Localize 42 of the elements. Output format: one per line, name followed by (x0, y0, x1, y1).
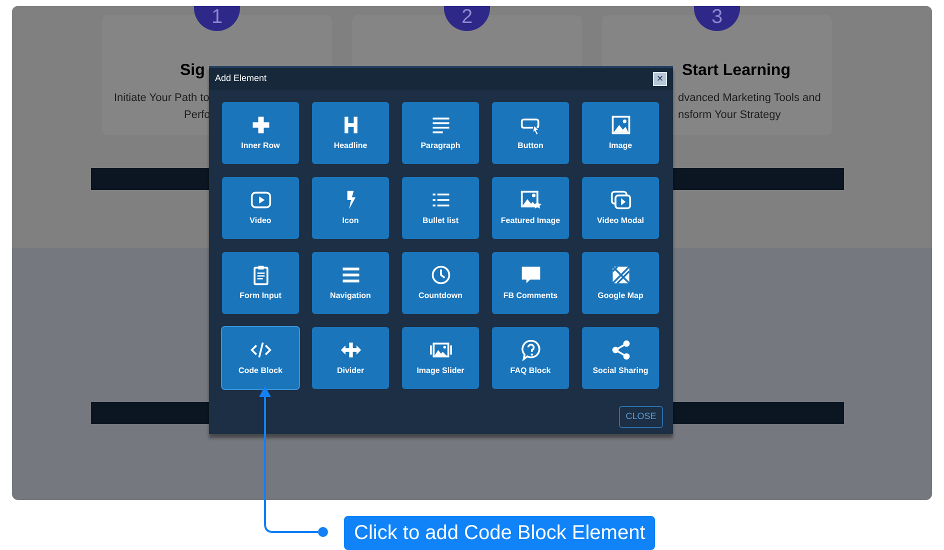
step-description: dvanced Marketing Tools and (678, 91, 821, 106)
element-tile[interactable]: Icon (312, 177, 389, 239)
element-tile[interactable]: Video Modal (582, 177, 659, 239)
callout-label: Click to add Code Block Element (344, 516, 656, 550)
image-star-icon (520, 189, 542, 211)
element-tile[interactable]: Countdown (402, 252, 479, 314)
step-title: Sig (180, 61, 205, 81)
close-button[interactable]: × (653, 72, 667, 86)
element-tile[interactable]: Video (222, 177, 299, 239)
close-button[interactable]: CLOSE (619, 406, 663, 428)
share-icon (610, 339, 632, 361)
step-title: Start Learning (682, 61, 790, 81)
step-description: nsform Your Strategy (678, 108, 781, 123)
clock-icon (430, 264, 452, 286)
element-tile[interactable]: Inner Row (222, 102, 299, 164)
element-tile[interactable]: Social Sharing (582, 327, 659, 389)
element-tile[interactable]: Divider (312, 327, 389, 389)
image-icon (610, 114, 632, 136)
element-tile[interactable]: Headline (312, 102, 389, 164)
map-icon (610, 264, 632, 286)
element-tile[interactable]: Image Slider (402, 327, 479, 389)
element-tile[interactable]: Bullet list (402, 177, 479, 239)
step-number: 2 (444, 6, 490, 31)
element-tile[interactable]: Button (492, 102, 569, 164)
step-description: Initiate Your Path to (114, 91, 210, 106)
step-number: 3 (694, 6, 740, 31)
chat-icon (520, 264, 542, 286)
video-stack-icon (610, 189, 632, 211)
element-tile[interactable]: Form Input (222, 252, 299, 314)
help-icon (520, 339, 542, 361)
element-tile[interactable]: Paragraph (402, 102, 479, 164)
step-description: Perfo (184, 108, 210, 123)
dialog-title: Add Element (215, 72, 267, 86)
step-number: 1 (194, 6, 240, 31)
element-tile[interactable]: Google Map (582, 252, 659, 314)
element-tile[interactable]: Navigation (312, 252, 389, 314)
element-tile[interactable]: Featured Image (492, 177, 569, 239)
element-tile[interactable]: Code Block (222, 327, 299, 389)
element-tile[interactable]: FB Comments (492, 252, 569, 314)
element-tile[interactable]: FAQ Block (492, 327, 569, 389)
element-tile[interactable]: Image (582, 102, 659, 164)
play-icon (250, 189, 272, 211)
